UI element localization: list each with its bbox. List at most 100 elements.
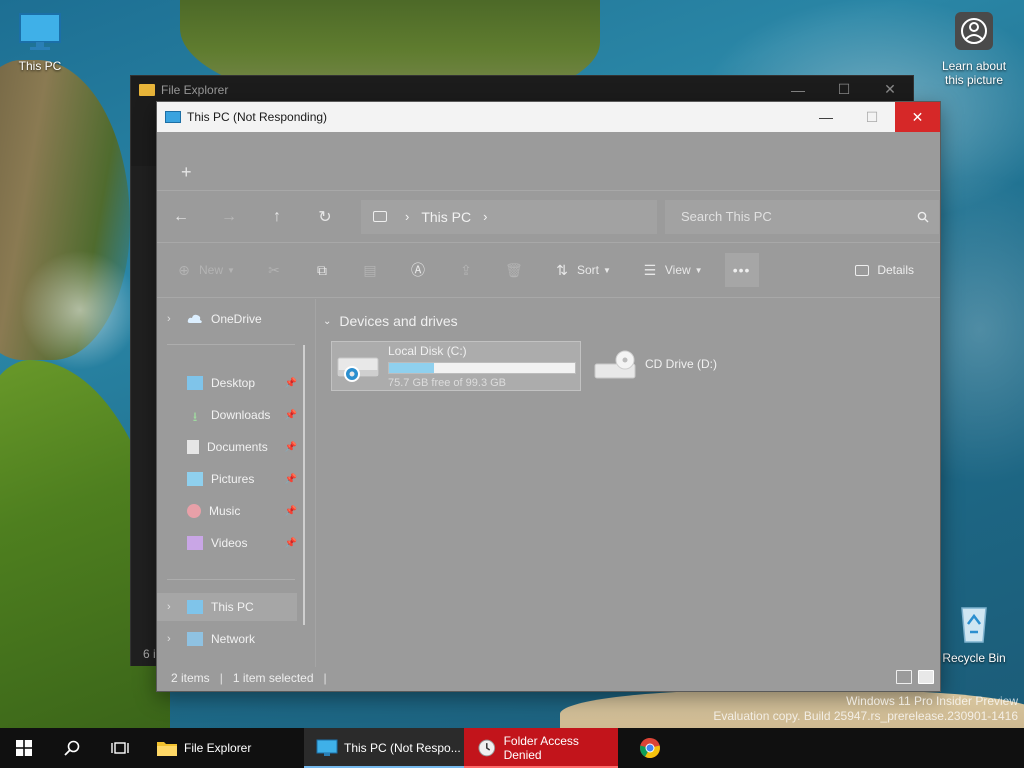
status-item-count: 2 items [171, 671, 210, 685]
search-input[interactable]: Search This PC [665, 199, 939, 234]
taskbar-chrome[interactable] [626, 728, 674, 768]
task-view-button[interactable] [96, 728, 144, 768]
cut-button[interactable]: ✂ [265, 262, 283, 278]
nav-item-videos[interactable]: Videos 📌 [157, 529, 297, 557]
search-button[interactable] [48, 728, 96, 768]
details-view-icon[interactable] [896, 670, 912, 684]
forward-arrow-icon[interactable]: → [205, 208, 253, 226]
chevron-right-icon[interactable]: › [167, 601, 183, 613]
desktop-icon-this-pc[interactable]: This PC [2, 12, 78, 73]
start-button[interactable] [0, 728, 48, 768]
desktop-icon-recycle-bin[interactable]: Recycle Bin [936, 604, 1012, 665]
drive-local-disk-c[interactable]: Local Disk (C:) 75.7 GB free of 99.3 GB [331, 341, 581, 391]
nav-item-this-pc[interactable]: › This PC [157, 593, 297, 621]
details-button-label: Details [877, 263, 914, 277]
desktop-icon-label: This PC [18, 59, 62, 73]
maximize-button[interactable]: ☐ [849, 102, 895, 132]
maximize-button[interactable]: ☐ [821, 76, 867, 103]
taskbar-this-pc[interactable]: This PC (Not Respo... [304, 728, 464, 768]
nav-item-label: Network [211, 632, 256, 646]
new-button-label: New [199, 263, 224, 277]
address-bar[interactable]: › This PC › [361, 199, 657, 234]
taskbar-label: This PC (Not Respo... [344, 741, 461, 755]
picture-icon [187, 472, 203, 486]
chevron-down-icon: ⌄ [323, 315, 332, 327]
minimize-button[interactable]: — [803, 102, 849, 132]
nav-item-label: This PC [211, 600, 254, 614]
rename-button[interactable]: Ⓐ [409, 262, 427, 278]
group-title: Devices and drives [339, 313, 458, 329]
nav-scrollbar[interactable] [303, 345, 305, 625]
cd-drive-icon [594, 350, 636, 379]
scissors-icon: ✂ [268, 261, 280, 278]
minimize-button[interactable]: — [775, 76, 821, 103]
watermark-line: Windows 11 Pro Insider Preview [846, 694, 1018, 708]
nav-item-label: Desktop [211, 376, 256, 390]
recycle-bin-icon [961, 607, 987, 643]
monitor-icon [373, 211, 387, 222]
pane-splitter[interactable] [315, 299, 316, 667]
chevron-right-icon[interactable]: › [405, 209, 409, 224]
share-button[interactable]: ⇪ [457, 262, 475, 278]
taskbar-folder-access-denied[interactable]: Folder Access Denied [464, 728, 618, 768]
up-arrow-icon[interactable]: ↑ [253, 208, 301, 226]
build-watermark: Windows 11 Pro Insider Preview Evaluatio… [713, 694, 1018, 724]
camera-info-icon [955, 12, 993, 50]
tab-bar: + [157, 132, 940, 190]
nav-item-network[interactable]: › Network [157, 625, 297, 653]
tiles-view-icon[interactable] [918, 670, 934, 684]
content-pane[interactable]: ⌄ Devices and drives Local Disk (C:) 75.… [317, 299, 940, 667]
group-header-devices[interactable]: ⌄ Devices and drives [323, 313, 458, 329]
close-button[interactable]: ✕ [895, 102, 940, 132]
pin-icon: 📌 [284, 505, 297, 517]
layout-toggle [896, 670, 934, 684]
clipboard-icon: ▤ [363, 261, 377, 278]
nav-item-music[interactable]: Music 📌 [157, 497, 297, 525]
windows-logo-icon [16, 740, 32, 756]
status-divider: | [219, 671, 223, 685]
explorer-window-this-pc[interactable]: This PC (Not Responding) — ☐ ✕ + ← → ↑ ↻… [156, 101, 941, 692]
chevron-down-icon: ▼ [694, 265, 703, 275]
search-placeholder: Search This PC [681, 209, 772, 224]
nav-item-desktop[interactable]: Desktop 📌 [157, 369, 297, 397]
breadcrumb-this-pc[interactable]: This PC [421, 209, 471, 225]
view-button[interactable]: ☰ View ▼ [641, 262, 703, 278]
sort-button[interactable]: ⇅ Sort ▼ [553, 262, 611, 278]
cloud-icon [187, 314, 202, 323]
more-options-button[interactable]: ••• [724, 253, 759, 287]
nav-item-documents[interactable]: Documents 📌 [157, 433, 297, 461]
chevron-right-icon[interactable]: › [167, 633, 183, 645]
nav-item-downloads[interactable]: ⭳ Downloads 📌 [157, 401, 297, 429]
details-button[interactable]: Details [855, 263, 914, 277]
close-button[interactable]: ✕ [867, 76, 913, 103]
sort-icon: ⇅ [556, 261, 568, 278]
navigation-pane[interactable]: › OneDrive Desktop 📌 ⭳ Downloads 📌 Docum… [157, 299, 305, 667]
delete-button[interactable]: 🗑 [505, 262, 523, 278]
folder-icon [157, 742, 177, 756]
chevron-right-icon[interactable]: › [167, 313, 183, 325]
new-tab-button[interactable]: + [181, 162, 192, 183]
background-window-controls: — ☐ ✕ [775, 76, 913, 103]
back-arrow-icon[interactable]: ← [157, 208, 205, 226]
trash-icon: 🗑 [505, 261, 523, 278]
window-controls: — ☐ ✕ [803, 102, 940, 132]
refresh-icon[interactable]: ↻ [301, 207, 349, 227]
nav-item-onedrive[interactable]: › OneDrive [157, 305, 297, 333]
music-icon [187, 504, 201, 518]
nav-divider [167, 344, 295, 345]
chrome-icon [640, 738, 660, 758]
copy-button[interactable]: ⧉ [313, 262, 331, 278]
drive-name: Local Disk (C:) [388, 343, 467, 358]
taskbar-file-explorer[interactable]: File Explorer [144, 728, 304, 768]
drive-cd-d[interactable]: CD Drive (D:) [589, 341, 729, 391]
status-bar: 2 items | 1 item selected | [157, 665, 940, 691]
chevron-right-icon[interactable]: › [483, 209, 487, 224]
desktop-icon-learn-about-picture[interactable]: Learn about this picture [936, 12, 1012, 87]
video-icon [187, 536, 203, 550]
pin-icon: 📌 [284, 409, 297, 421]
paste-button[interactable]: ▤ [361, 262, 379, 278]
nav-item-label: Pictures [211, 472, 255, 486]
nav-item-pictures[interactable]: Pictures 📌 [157, 465, 297, 493]
new-button[interactable]: ⊕ New ▼ [175, 262, 235, 278]
search-icon [917, 211, 929, 222]
